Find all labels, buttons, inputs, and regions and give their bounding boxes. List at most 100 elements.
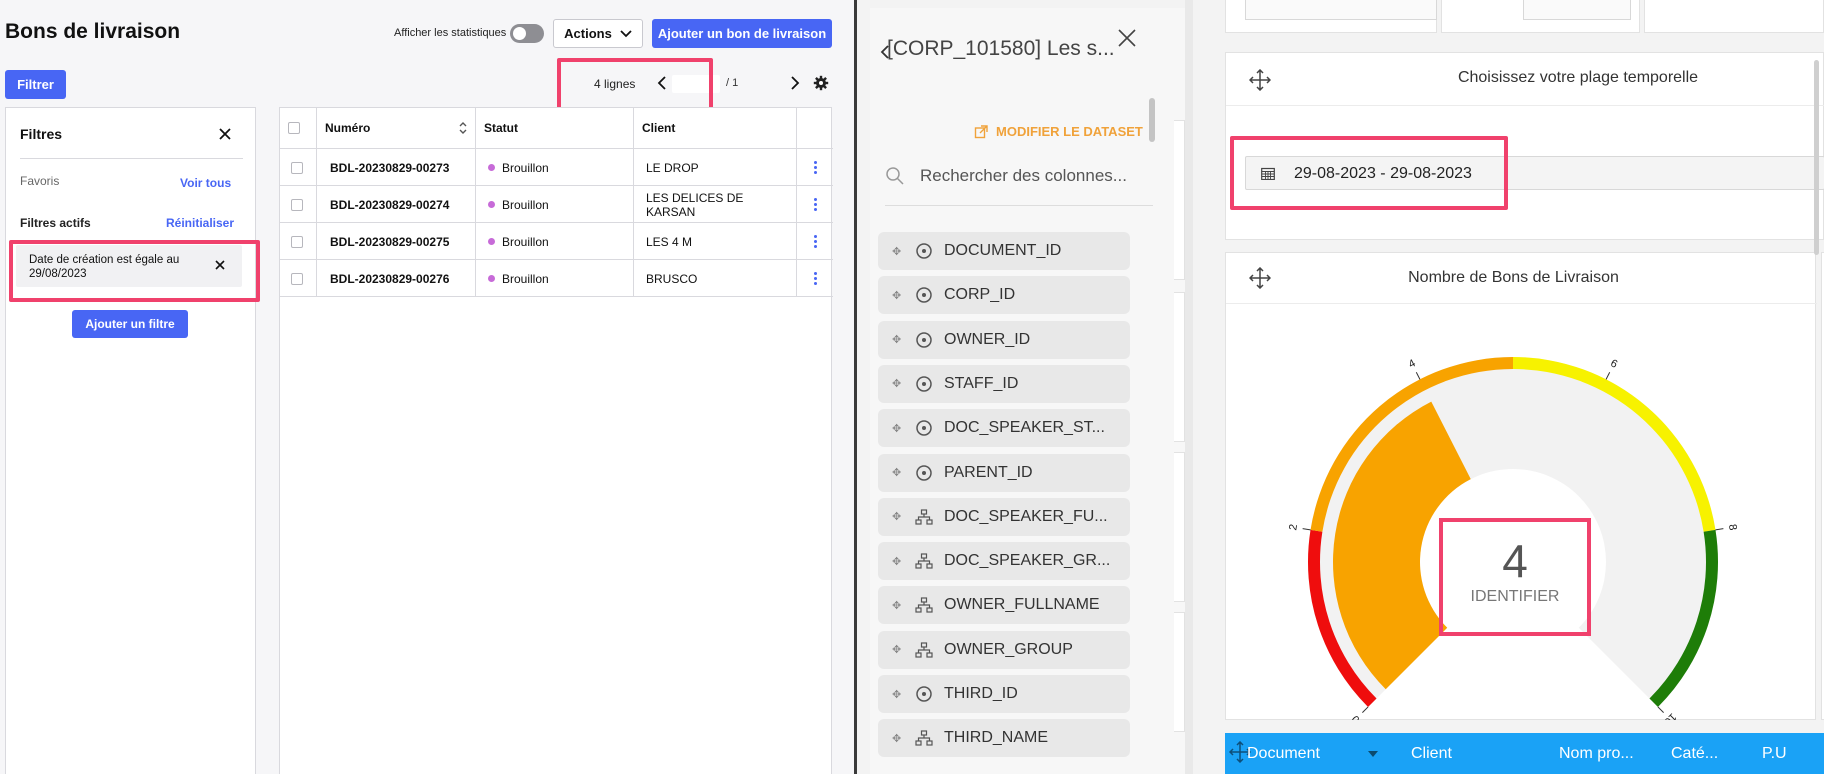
gear-icon[interactable] (813, 75, 829, 91)
column-item[interactable]: ✥ OWNER_ID (878, 320, 1130, 359)
drag-handle-icon[interactable]: ✥ (892, 555, 906, 568)
row-checkbox[interactable] (291, 272, 303, 285)
numero-cell: BDL-20230829-00273 (317, 149, 476, 186)
column-item-label: DOC_SPEAKER_FU... (944, 507, 1108, 525)
search-icon (886, 167, 904, 185)
numero-cell: BDL-20230829-00275 (317, 223, 476, 260)
chevron-right-icon[interactable] (787, 75, 801, 91)
drag-handle-icon[interactable]: ✥ (892, 643, 906, 656)
pager-highlight (557, 58, 713, 112)
scrollbar[interactable] (1814, 60, 1819, 255)
drag-handle-icon[interactable]: ✥ (892, 510, 906, 523)
header-numero[interactable]: Numéro (317, 108, 476, 149)
gauge-tick (1415, 371, 1421, 380)
row-menu-button[interactable] (797, 149, 833, 186)
table-row[interactable]: BDL-20230829-00276 Brouillon BRUSCO (280, 260, 833, 297)
column-item[interactable]: ✥ DOC_SPEAKER_ST... (878, 409, 1130, 448)
row-menu-button[interactable] (797, 223, 833, 260)
column-header-nom-produit[interactable]: Nom pro... (1559, 745, 1634, 763)
status-dot (488, 164, 495, 171)
drag-handle-icon[interactable]: ✥ (892, 333, 906, 346)
column-header-document[interactable]: Document (1247, 745, 1320, 763)
numero-cell: BDL-20230829-00276 (317, 260, 476, 297)
row-menu-button[interactable] (797, 260, 833, 297)
column-item[interactable]: ✥ DOC_SPEAKER_FU... (878, 497, 1130, 536)
column-item[interactable]: ✥ THIRD_ID (878, 675, 1130, 713)
circle-dot-icon (916, 376, 932, 392)
row-checkbox[interactable] (291, 235, 303, 248)
column-item[interactable]: ✥ THIRD_NAME (878, 719, 1130, 758)
filters-title: Filtres (20, 126, 63, 142)
filter-button[interactable]: Filtrer (5, 70, 66, 99)
status-dot (488, 238, 495, 245)
dashboard-editor: [CORP_101580] Les s... MODIFIER LE DATAS… (857, 0, 1824, 774)
status-cell: Brouillon (476, 186, 634, 223)
see-all-link[interactable]: Voir tous (180, 176, 231, 190)
status-label: Brouillon (502, 271, 549, 286)
scrollbar[interactable] (1149, 98, 1155, 142)
column-search-input[interactable]: Rechercher des colonnes... (920, 166, 1127, 186)
column-item-label: DOC_SPEAKER_GR... (944, 552, 1111, 570)
header-statut[interactable]: Statut (476, 108, 634, 149)
hierarchy-icon (915, 553, 933, 569)
column-item[interactable]: ✥ PARENT_ID (878, 453, 1130, 492)
table-row[interactable]: BDL-20230829-00274 Brouillon LES DELICES… (280, 186, 833, 223)
column-item[interactable]: ✥ OWNER_GROUP (878, 630, 1130, 669)
close-icon[interactable] (219, 128, 231, 140)
drag-handle-icon[interactable]: ✥ (892, 245, 906, 258)
time-range-title: Choisissez votre plage temporelle (1457, 69, 1699, 86)
gauge-tick-label: 8 (1726, 523, 1739, 531)
drag-handle-icon[interactable]: ✥ (892, 732, 906, 745)
add-delivery-note-button[interactable]: Ajouter un bon de livraison (652, 19, 832, 48)
column-header-client[interactable]: Client (1411, 745, 1452, 763)
delivery-notes-app: Bons de livraison Afficher les statistiq… (0, 0, 854, 774)
header-actions (797, 108, 833, 149)
move-icon[interactable] (1249, 69, 1271, 91)
table-row[interactable]: BDL-20230829-00273 Brouillon LE DROP (280, 149, 833, 186)
sort-icon[interactable] (458, 121, 468, 135)
column-item[interactable]: ✥ STAFF_ID (878, 364, 1130, 403)
column-item-label: DOCUMENT_ID (944, 242, 1062, 259)
drag-handle-icon[interactable]: ✥ (892, 377, 906, 390)
close-icon[interactable] (1118, 29, 1136, 47)
column-item-label: OWNER_FULLNAME (944, 596, 1100, 614)
add-filter-button[interactable]: Ajouter un filtre (72, 310, 188, 338)
reset-filters-link[interactable]: Réinitialiser (166, 216, 234, 230)
stats-toggle[interactable] (510, 24, 544, 43)
row-select-cell (280, 186, 317, 223)
row-checkbox[interactable] (291, 198, 303, 211)
drag-handle-icon[interactable]: ✥ (892, 599, 906, 612)
drag-handle-icon[interactable]: ✥ (892, 289, 906, 302)
edit-dataset-link[interactable]: MODIFIER LE DATASET (974, 124, 1143, 139)
row-menu-button[interactable] (797, 186, 833, 223)
select-all-checkbox[interactable] (288, 122, 300, 134)
drag-handle-icon[interactable]: ✥ (892, 688, 906, 701)
header-numero-label: Numéro (325, 121, 371, 135)
gauge-tick-label: 10 (1661, 710, 1678, 720)
edit-dataset-label: MODIFIER LE DATASET (996, 124, 1143, 139)
row-checkbox[interactable] (291, 161, 303, 174)
header-client[interactable]: Client (634, 108, 797, 149)
status-label: Brouillon (502, 160, 549, 175)
tile-edge (1174, 612, 1185, 732)
column-item-label: CORP_ID (944, 286, 1016, 304)
column-item[interactable]: ✥ OWNER_FULLNAME (878, 586, 1130, 625)
drag-handle-icon[interactable]: ✥ (892, 422, 906, 435)
favorites-label: Favoris (20, 174, 60, 188)
actions-button[interactable]: Actions (553, 19, 643, 48)
column-header-pu[interactable]: P.U (1762, 745, 1787, 763)
hierarchy-icon (915, 642, 933, 658)
client-cell: LES DELICES DE KARSAN (634, 186, 797, 223)
active-filters-label: Filtres actifs (20, 216, 91, 230)
caret-down-icon[interactable] (1367, 750, 1379, 758)
row-select-cell (280, 223, 317, 260)
column-item[interactable]: ✥ CORP_ID (878, 276, 1130, 315)
circle-dot-icon (916, 420, 932, 436)
column-item[interactable]: ✥ DOCUMENT_ID (878, 232, 1130, 270)
table-row[interactable]: BDL-20230829-00275 Brouillon LES 4 M (280, 223, 833, 260)
client-cell: BRUSCO (634, 260, 797, 297)
gauge-value: 4 (1502, 535, 1528, 587)
column-item[interactable]: ✥ DOC_SPEAKER_GR... (878, 542, 1130, 581)
drag-handle-icon[interactable]: ✥ (892, 466, 906, 479)
column-header-categorie[interactable]: Caté... (1671, 745, 1718, 763)
